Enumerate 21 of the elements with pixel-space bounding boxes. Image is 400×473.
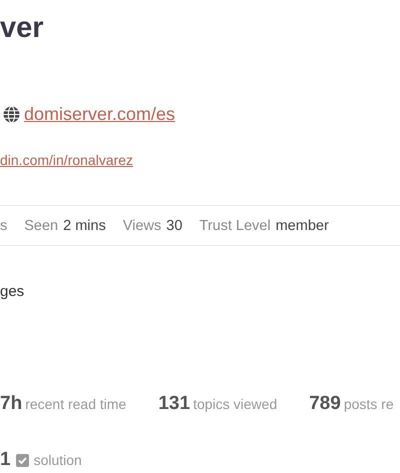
stat-value: 7h (0, 393, 22, 415)
stat-value: 131 (158, 393, 190, 415)
stat-label: recent read time (25, 396, 126, 412)
globe-icon (3, 106, 20, 123)
linkedin-link[interactable]: din.com/in/ronalvarez (0, 152, 134, 168)
stat-value: 1 (0, 449, 11, 471)
checkbox-icon (16, 454, 29, 466)
meta-value: 2 mins (63, 218, 106, 234)
meta-value: 30 (166, 218, 182, 234)
meta-label: s (0, 218, 8, 234)
user-name: ver (0, 11, 45, 46)
stat-label: topics viewed (193, 396, 278, 412)
meta-label: Trust Level (199, 218, 271, 234)
stat-value: 789 (309, 393, 341, 415)
stat-label: posts re (344, 396, 394, 412)
section-text: ges (0, 283, 26, 300)
website-link[interactable]: domiserver.com/es (24, 104, 176, 125)
meta-label: Seen (24, 218, 58, 234)
meta-label: Views (122, 218, 162, 234)
meta-value: member (276, 218, 329, 234)
stat-label: solution (34, 452, 82, 468)
